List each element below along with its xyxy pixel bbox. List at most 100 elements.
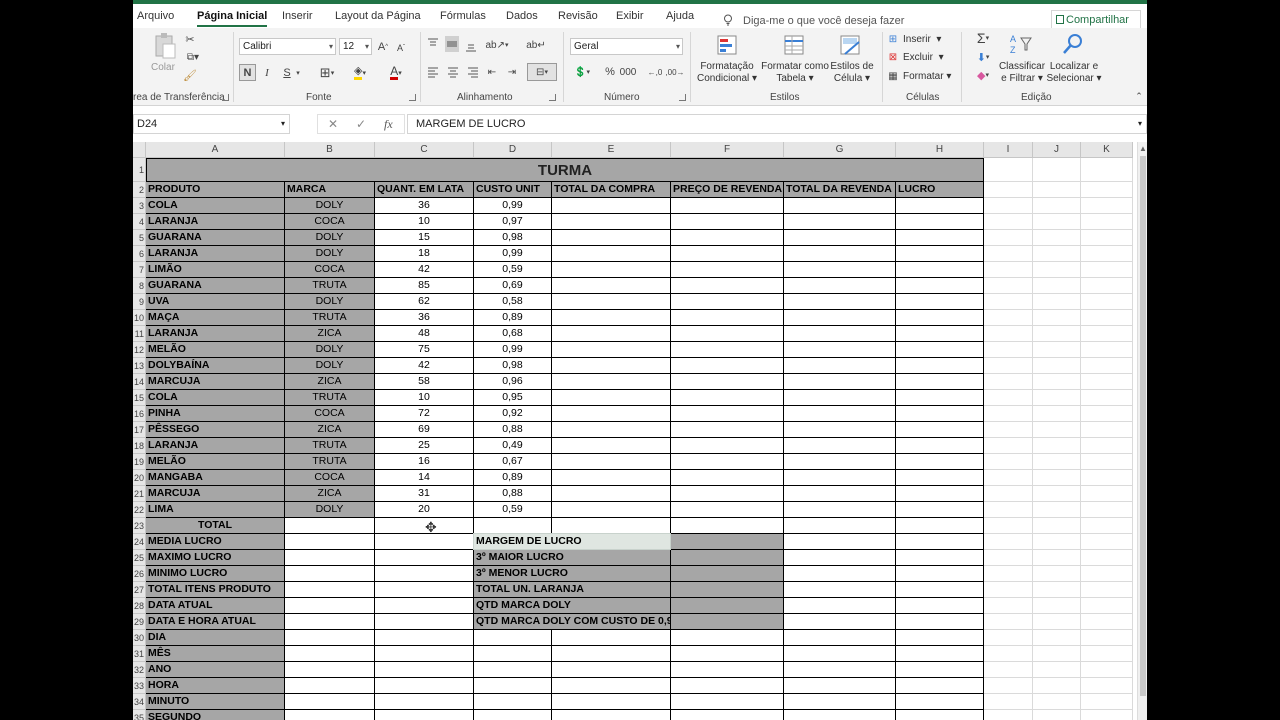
cell[interactable] — [1081, 390, 1133, 406]
unit-cost-cell[interactable]: 0,98 — [474, 230, 552, 246]
column-header-f[interactable]: F — [671, 142, 784, 158]
stat-label-cell[interactable]: ANO — [146, 662, 285, 678]
row-header[interactable]: 30 — [133, 630, 146, 646]
quantity-cell[interactable]: 58 — [375, 374, 474, 390]
product-cell[interactable]: DOLYBAÍNA — [146, 358, 285, 374]
brand-cell[interactable]: TRUTA — [285, 310, 375, 326]
cell[interactable] — [1081, 534, 1133, 550]
product-cell[interactable]: MAÇA — [146, 310, 285, 326]
row-header[interactable]: 26 — [133, 566, 146, 582]
unit-cost-cell[interactable]: 0,96 — [474, 374, 552, 390]
stat-value-cell[interactable] — [375, 710, 474, 720]
cell[interactable] — [784, 550, 896, 566]
product-cell[interactable]: LARANJA — [146, 246, 285, 262]
cell[interactable] — [984, 502, 1033, 518]
cell[interactable] — [1081, 406, 1133, 422]
row-header[interactable]: 20 — [133, 470, 146, 486]
cell[interactable] — [1081, 438, 1133, 454]
cell[interactable] — [552, 294, 671, 310]
column-header-k[interactable]: K — [1081, 142, 1133, 158]
row-header[interactable]: 9 — [133, 294, 146, 310]
quantity-cell[interactable]: 69 — [375, 422, 474, 438]
product-cell[interactable]: LARANJA — [146, 326, 285, 342]
cell[interactable] — [784, 214, 896, 230]
cell[interactable] — [984, 710, 1033, 720]
stat-value-cell[interactable] — [285, 582, 375, 598]
product-cell[interactable]: MARCUJA — [146, 374, 285, 390]
brand-cell[interactable]: DOLY — [285, 246, 375, 262]
cell[interactable] — [1033, 158, 1081, 182]
cell[interactable] — [671, 694, 784, 710]
stat-value-cell[interactable] — [375, 550, 474, 566]
cell[interactable] — [784, 518, 896, 534]
column-header-g[interactable]: G — [784, 142, 896, 158]
tab-arquivo[interactable]: Arquivo — [137, 10, 174, 22]
cell[interactable] — [552, 342, 671, 358]
cell[interactable] — [1033, 662, 1081, 678]
stat-value-cell[interactable] — [375, 534, 474, 550]
cell[interactable] — [552, 310, 671, 326]
column-header-j[interactable]: J — [1033, 142, 1081, 158]
cell[interactable] — [984, 630, 1033, 646]
cell[interactable] — [1081, 454, 1133, 470]
row-header[interactable]: 13 — [133, 358, 146, 374]
column-title-cell[interactable]: CUSTO UNIT — [474, 182, 552, 198]
alignment-launcher-icon[interactable] — [549, 94, 556, 101]
analysis-value-cell[interactable] — [671, 582, 784, 598]
cell[interactable] — [1081, 294, 1133, 310]
stat-label-cell[interactable]: DATA ATUAL — [146, 598, 285, 614]
cell[interactable] — [1081, 614, 1133, 630]
quantity-cell[interactable]: 85 — [375, 278, 474, 294]
percent-icon[interactable]: % — [603, 64, 617, 80]
cell[interactable] — [552, 694, 671, 710]
cell[interactable] — [552, 502, 671, 518]
product-cell[interactable]: GUARANA — [146, 230, 285, 246]
cell[interactable] — [671, 246, 784, 262]
cell[interactable] — [1033, 470, 1081, 486]
product-cell[interactable]: UVA — [146, 294, 285, 310]
column-title-cell[interactable]: QUANT. EM LATA — [375, 182, 474, 198]
brand-cell[interactable]: DOLY — [285, 358, 375, 374]
cell[interactable] — [984, 214, 1033, 230]
stat-label-cell[interactable]: DIA — [146, 630, 285, 646]
brand-cell[interactable]: ZICA — [285, 326, 375, 342]
cell[interactable] — [671, 678, 784, 694]
cell[interactable] — [552, 486, 671, 502]
quantity-cell[interactable]: 36 — [375, 310, 474, 326]
stat-label-cell[interactable]: MAXIMO LUCRO — [146, 550, 285, 566]
cell[interactable] — [1033, 326, 1081, 342]
tab-pagina-inicial[interactable]: Página Inicial — [197, 10, 268, 27]
cell[interactable] — [552, 214, 671, 230]
cell[interactable] — [671, 422, 784, 438]
cell[interactable] — [784, 390, 896, 406]
cell[interactable] — [896, 230, 984, 246]
cell[interactable] — [984, 534, 1033, 550]
font-name-select[interactable]: Calibri ▾ — [239, 38, 336, 55]
cell[interactable] — [784, 678, 896, 694]
quantity-cell[interactable]: 48 — [375, 326, 474, 342]
row-header[interactable]: 6 — [133, 246, 146, 262]
tell-me-search[interactable]: Diga-me o que você deseja fazer — [723, 14, 904, 27]
cell[interactable] — [984, 518, 1033, 534]
copy-icon[interactable]: ⧉▾ — [183, 50, 203, 64]
analysis-label-cell[interactable]: QTD MARCA DOLY COM CUSTO DE 0,99 — [474, 614, 671, 630]
format-as-table-label[interactable]: Formatar como Tabela ▾ — [760, 61, 830, 85]
cell[interactable] — [784, 598, 896, 614]
row-header[interactable]: 24 — [133, 534, 146, 550]
cell[interactable] — [896, 550, 984, 566]
cell[interactable] — [1033, 342, 1081, 358]
cell[interactable] — [1081, 550, 1133, 566]
cell[interactable] — [896, 358, 984, 374]
cell[interactable] — [552, 662, 671, 678]
cell[interactable] — [1033, 518, 1081, 534]
increase-decimal-icon[interactable]: ←,0 — [647, 64, 663, 80]
cell[interactable] — [671, 374, 784, 390]
row-header[interactable]: 10 — [133, 310, 146, 326]
format-painter-icon[interactable]: 🖌 — [183, 68, 197, 82]
row-header[interactable]: 22 — [133, 502, 146, 518]
cell[interactable] — [896, 694, 984, 710]
cell[interactable] — [552, 390, 671, 406]
analysis-label-cell[interactable]: 3º MAIOR LUCRO — [474, 550, 671, 566]
cell[interactable] — [671, 294, 784, 310]
column-title-cell[interactable]: MARCA — [285, 182, 375, 198]
